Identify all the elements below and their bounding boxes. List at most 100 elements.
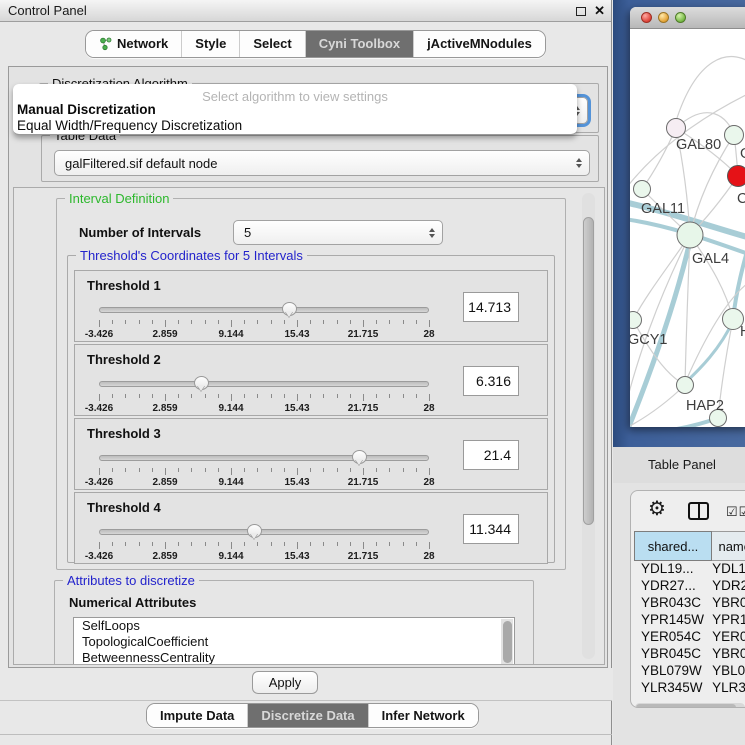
table-header-row: shared... name: [634, 531, 745, 561]
table-row[interactable]: YDL19...YDL1: [634, 561, 745, 578]
node-label-cut-right: GA: [740, 146, 745, 162]
list-item[interactable]: TopologicalCoefficient: [74, 634, 514, 650]
scrollbar-thumb[interactable]: [583, 217, 594, 525]
combo-arrows-icon: [429, 228, 435, 238]
table-row[interactable]: YDR27...YDR2: [634, 578, 745, 595]
table-data-value: galFiltered.sif default node: [65, 156, 217, 171]
algorithm-dropdown-popup: Select algorithm to view settings Manual…: [13, 84, 577, 135]
list-scrollbar[interactable]: [501, 619, 513, 665]
tab-select[interactable]: Select: [239, 31, 304, 57]
slider-ticks: [99, 320, 429, 328]
slider-track[interactable]: [99, 307, 429, 313]
table-row[interactable]: YBL079WYBL0: [634, 663, 745, 680]
threshold-2-value-field[interactable]: 6.316: [463, 366, 519, 396]
slider-tick-labels: -3.4262.8599.14415.4321.71528: [99, 551, 429, 563]
zoom-traffic-light-icon[interactable]: [675, 12, 686, 23]
node-label-cut-c: C: [737, 191, 745, 207]
cytoscape-desktop: GAL80 GA C GAL11 GAL4 GCY1 H HAP2: [613, 0, 745, 447]
slider-track[interactable]: [99, 529, 429, 535]
table-panel-body: ⚙ ☑☑ shared... name YDL19...YDL1 YDR27..…: [613, 483, 745, 745]
tab-cyni-toolbox[interactable]: Cyni Toolbox: [305, 31, 413, 57]
tab-network[interactable]: Network: [86, 31, 181, 57]
number-of-intervals-value: 5: [244, 225, 251, 240]
thresholds-section-label: Threshold's Coordinates for 5 Intervals: [76, 248, 307, 263]
threshold-2-box: Threshold 2 -3.4262.8599.14415.4321.7152…: [74, 344, 548, 416]
table-panel-titlebar: Table Panel: [613, 447, 745, 483]
interval-definition-section: Interval Definition Number of Intervals …: [56, 198, 566, 570]
cyni-mode-tabbar: Impute Data Discretize Data Infer Networ…: [146, 703, 479, 728]
slider-track[interactable]: [99, 455, 429, 461]
network-canvas[interactable]: GAL80 GA C GAL11 GAL4 GCY1 H HAP2: [630, 29, 745, 427]
popup-item-manual-discretization[interactable]: Manual Discretization: [17, 102, 156, 117]
cyni-settings-panel: Discretization Algorithm Table Data galF…: [8, 66, 608, 668]
attributes-section-label: Attributes to discretize: [63, 573, 199, 588]
threshold-1-slider: -3.4262.8599.14415.4321.71528: [99, 299, 429, 339]
gear-icon[interactable]: ⚙: [648, 499, 666, 519]
table-row[interactable]: YPR145WYPR1: [634, 612, 745, 629]
table-panel-title: Table Panel: [648, 457, 716, 472]
split-view-icon[interactable]: [688, 502, 709, 520]
close-icon[interactable]: ✕: [594, 6, 605, 16]
slider-ticks: [99, 468, 429, 476]
table-row[interactable]: YBR043CYBR0: [634, 595, 745, 612]
network-view-window[interactable]: GAL80 GA C GAL11 GAL4 GCY1 H HAP2: [630, 7, 745, 427]
tab-style[interactable]: Style: [181, 31, 239, 57]
interval-definition-label: Interval Definition: [65, 191, 173, 206]
settings-scroll-area: Interval Definition Number of Intervals …: [13, 187, 605, 665]
table-row[interactable]: YBR045CYBR0: [634, 646, 745, 663]
float-window-icon[interactable]: [576, 7, 586, 16]
network-window-titlebar[interactable]: [630, 7, 745, 29]
threshold-4-slider-thumb[interactable]: [247, 524, 262, 538]
column-header-shared-name[interactable]: shared...: [634, 531, 712, 561]
list-item[interactable]: BetweennessCentrality: [74, 650, 514, 665]
tab-jactivemnodules[interactable]: jActiveMNodules: [413, 31, 545, 57]
threshold-4-value-field[interactable]: 11.344: [463, 514, 519, 544]
apply-button[interactable]: Apply: [252, 671, 318, 694]
tab-infer-network[interactable]: Infer Network: [368, 704, 478, 727]
table-horizontal-scrollbar[interactable]: [635, 703, 745, 708]
threshold-3-slider-thumb[interactable]: [352, 450, 367, 464]
threshold-3-box: Threshold 3 -3.4262.8599.14415.4321.7152…: [74, 418, 548, 490]
screen: Control Panel ✕ Network S: [0, 0, 745, 745]
network-icon: [99, 37, 112, 51]
node-label-cut-h: H: [740, 324, 745, 340]
number-of-intervals-combobox[interactable]: 5: [233, 220, 443, 245]
numerical-attributes-list[interactable]: SelfLoops TopologicalCoefficient Between…: [73, 617, 515, 665]
threshold-3-value-field[interactable]: 21.4: [463, 440, 519, 470]
list-item[interactable]: SelfLoops: [74, 618, 514, 634]
number-of-intervals-label: Number of Intervals: [79, 225, 201, 240]
tab-discretize-data[interactable]: Discretize Data: [247, 704, 367, 727]
slider-track[interactable]: [99, 381, 429, 387]
node-label-gal4: GAL4: [692, 251, 729, 267]
tab-impute-data[interactable]: Impute Data: [147, 704, 247, 727]
thresholds-section: Threshold's Coordinates for 5 Intervals …: [67, 255, 555, 563]
slider-ticks: [99, 542, 429, 550]
right-pane: GAL80 GA C GAL11 GAL4 GCY1 H HAP2 Table …: [613, 0, 745, 745]
table-panel-box: ⚙ ☑☑ shared... name YDL19...YDL1 YDR27..…: [630, 490, 745, 708]
numerical-attributes-label: Numerical Attributes: [69, 595, 196, 610]
column-checkbox-icons[interactable]: ☑☑: [726, 504, 745, 520]
popup-item-equal-width[interactable]: Equal Width/Frequency Discretization: [17, 118, 242, 133]
node-label-gcy1: GCY1: [630, 332, 668, 348]
threshold-1-slider-thumb[interactable]: [282, 302, 297, 316]
settings-scrollbar[interactable]: [582, 193, 595, 659]
table-row[interactable]: YLR345WYLR3: [634, 680, 745, 696]
slider-tick-labels: -3.4262.8599.14415.4321.71528: [99, 403, 429, 415]
node-label-gal11: GAL11: [641, 201, 685, 217]
table-data-combobox[interactable]: galFiltered.sif default node: [54, 150, 590, 176]
close-traffic-light-icon[interactable]: [641, 12, 652, 23]
threshold-1-value-field[interactable]: 14.713: [463, 292, 519, 322]
control-panel-window: Control Panel ✕ Network S: [0, 0, 612, 745]
threshold-4-box: Threshold 4 -3.4262.8599.14415.4321.7152…: [74, 492, 548, 564]
threshold-2-slider: -3.4262.8599.14415.4321.71528: [99, 373, 429, 413]
column-header-name[interactable]: name: [712, 531, 745, 561]
slider-tick-labels: -3.4262.8599.14415.4321.71528: [99, 477, 429, 489]
threshold-4-slider: -3.4262.8599.14415.4321.71528: [99, 521, 429, 561]
window-title: Control Panel: [8, 3, 87, 18]
node-table: shared... name YDL19...YDL1 YDR27...YDR2…: [634, 531, 745, 696]
table-row[interactable]: YER054CYER0: [634, 629, 745, 646]
minimize-traffic-light-icon[interactable]: [658, 12, 669, 23]
slider-tick-labels: -3.4262.8599.14415.4321.71528: [99, 329, 429, 341]
apply-row: Apply: [0, 668, 612, 700]
threshold-2-slider-thumb[interactable]: [194, 376, 209, 390]
